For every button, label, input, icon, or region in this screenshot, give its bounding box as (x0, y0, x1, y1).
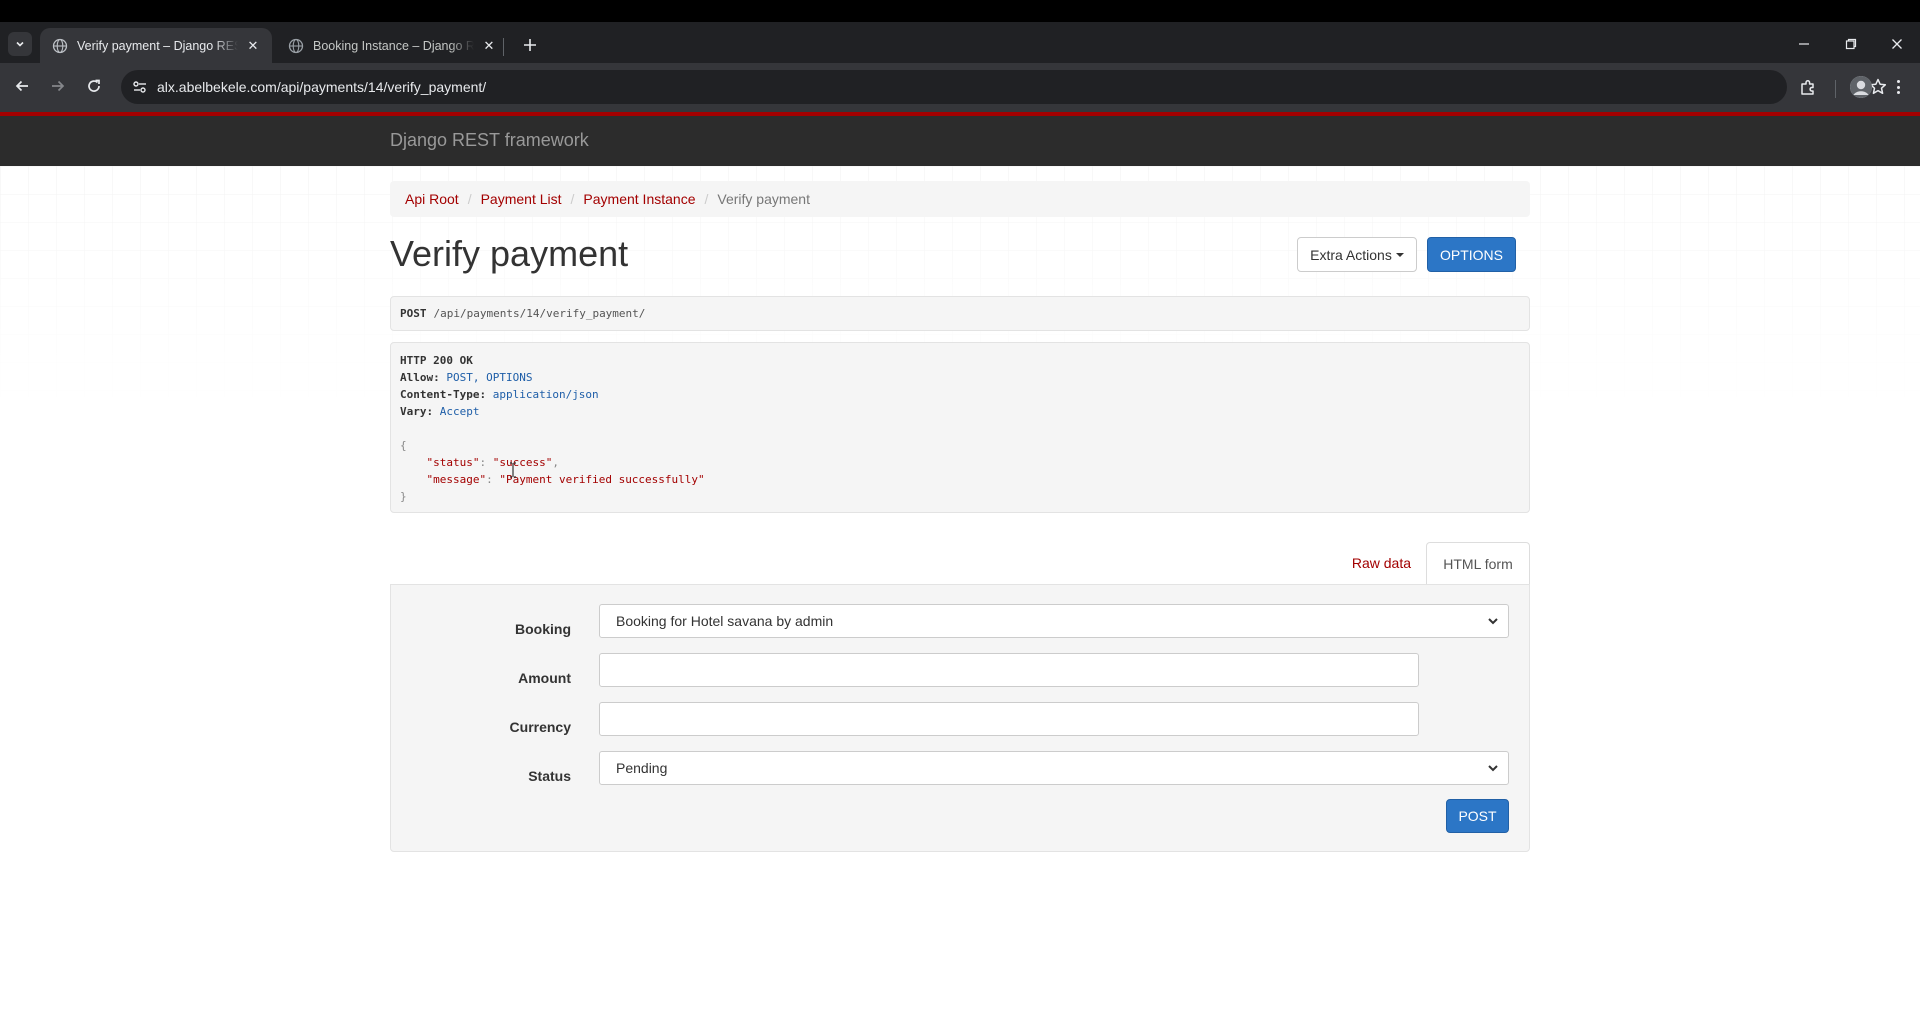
breadcrumb-payment-instance[interactable]: Payment Instance (583, 191, 695, 207)
tab-raw-data[interactable]: Raw data (1337, 542, 1426, 584)
browser-tab-active[interactable]: Verify payment – Django REST f ✕ (40, 28, 272, 63)
back-button[interactable] (11, 75, 33, 97)
globe-icon (288, 38, 304, 53)
breadcrumb-payment-list[interactable]: Payment List (481, 191, 562, 207)
close-icon (1892, 39, 1902, 49)
tab-html-form[interactable]: HTML form (1426, 542, 1530, 585)
form-tabs: Raw data HTML form (390, 542, 1530, 585)
minimize-button[interactable] (1794, 34, 1814, 54)
html-form: Booking Booking for Hotel savana by admi… (390, 584, 1530, 852)
close-tab-icon[interactable]: ✕ (480, 37, 498, 55)
json-key: "status" (426, 456, 480, 469)
breadcrumb-api-root[interactable]: Api Root (405, 191, 459, 207)
request-info: POST /api/payments/14/verify_payment/ (390, 296, 1530, 331)
tab-divider (503, 38, 504, 56)
puzzle-icon[interactable] (1798, 78, 1818, 98)
arrow-right-icon (52, 80, 65, 92)
tab-title: Booking Instance – Django RES (313, 38, 474, 53)
status-selected-value: Pending (616, 760, 668, 776)
chevron-down-icon (1488, 618, 1498, 625)
json-brace: { (400, 439, 407, 452)
toolbar-divider (1835, 80, 1836, 98)
browser-menu-button[interactable] (1888, 76, 1908, 98)
amount-input[interactable] (599, 653, 1419, 687)
restore-icon (1845, 38, 1857, 50)
header-value: POST, OPTIONS (446, 371, 533, 384)
browser-tab[interactable]: Booking Instance – Django RES ✕ (276, 28, 508, 63)
address-bar[interactable]: alx.abelbekele.com/api/payments/14/verif… (121, 70, 1887, 104)
arrow-left-icon (15, 80, 28, 92)
booking-label: Booking (515, 621, 571, 637)
options-button[interactable]: OPTIONS (1427, 237, 1516, 272)
header-value: application/json (492, 388, 599, 401)
json-key: "message" (426, 473, 487, 486)
header-name: Content-Type: (400, 388, 487, 401)
options-label: OPTIONS (1439, 246, 1503, 263)
header-name: Vary: (400, 405, 434, 418)
json-brace: } (400, 490, 407, 503)
currency-label: Currency (509, 719, 571, 735)
close-window-button[interactable] (1887, 34, 1907, 54)
status-label: Status (528, 768, 571, 784)
status-select[interactable]: Pending (599, 751, 1509, 785)
chevron-down-icon (16, 41, 24, 47)
breadcrumb-separator: / (704, 191, 709, 207)
new-tab-button[interactable] (518, 33, 542, 57)
os-top-bar (0, 0, 1920, 22)
response-status: HTTP 200 OK (400, 354, 473, 367)
page-title: Verify payment (390, 233, 629, 274)
browser-toolbar: alx.abelbekele.com/api/payments/14/verif… (0, 63, 1920, 112)
post-label: POST (1458, 808, 1497, 824)
chevron-down-icon (1488, 765, 1498, 772)
tune-icon[interactable] (131, 78, 149, 96)
amount-label: Amount (518, 670, 571, 686)
extra-actions-label: Extra Actions (1310, 246, 1392, 263)
breadcrumb: Api Root / Payment List / Payment Instan… (390, 181, 1530, 217)
close-tab-icon[interactable]: ✕ (244, 37, 262, 55)
avatar-icon (1850, 76, 1872, 98)
kebab-menu-icon (1896, 80, 1900, 83)
breadcrumb-separator: / (467, 191, 472, 207)
response-info: HTTP 200 OK Allow: POST, OPTIONS Content… (390, 342, 1530, 513)
tab-search-button[interactable] (8, 32, 32, 56)
request-method: POST (400, 307, 427, 320)
booking-select[interactable]: Booking for Hotel savana by admin (599, 604, 1509, 638)
forward-button[interactable] (47, 75, 69, 97)
breadcrumb-separator: / (570, 191, 575, 207)
browser-tab-strip: Verify payment – Django REST f ✕ Booking… (0, 22, 1920, 63)
reload-icon (88, 79, 100, 92)
json-value: "Payment verified successfully" (499, 473, 705, 486)
text-cursor-icon (510, 462, 516, 478)
currency-input[interactable] (599, 702, 1419, 736)
request-path: /api/payments/14/verify_payment/ (433, 307, 646, 320)
brand-link[interactable]: Django REST framework (390, 130, 589, 151)
header-value: Accept (439, 405, 480, 418)
plus-icon (524, 39, 536, 51)
tab-title: Verify payment – Django REST f (77, 38, 238, 53)
extra-actions-button[interactable]: Extra Actions (1297, 237, 1417, 272)
header-name: Allow: (400, 371, 440, 384)
drf-navbar: Django REST framework (0, 112, 1920, 166)
json-value: "success" (492, 456, 553, 469)
caret-down-icon (1395, 252, 1404, 257)
booking-selected-value: Booking for Hotel savana by admin (616, 613, 834, 629)
post-button[interactable]: POST (1446, 799, 1509, 833)
minimize-icon (1799, 43, 1809, 45)
profile-avatar[interactable] (1850, 76, 1872, 98)
globe-icon (52, 38, 68, 53)
breadcrumb-current: Verify payment (717, 191, 810, 207)
url-text: alx.abelbekele.com/api/payments/14/verif… (157, 79, 487, 95)
restore-button[interactable] (1841, 34, 1861, 54)
reload-button[interactable] (83, 75, 105, 97)
